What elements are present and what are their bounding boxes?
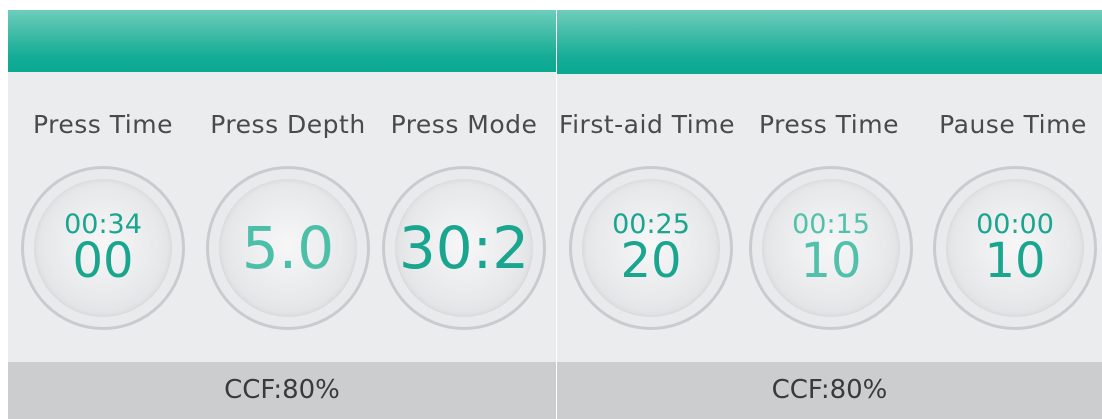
dial-face: 00:00 10 xyxy=(946,179,1084,317)
press-mode-dial: 30:2 xyxy=(382,166,546,330)
metric-press-mode: Press Mode 30:2 xyxy=(374,10,554,350)
metric-pause-time: Pause Time 00:00 10 xyxy=(923,10,1102,350)
metric-press-depth: Press Depth 5.0 xyxy=(198,10,378,350)
metric-press-time: Press Time 00:34 00 xyxy=(13,10,193,350)
pause-time-dial: 00:00 10 xyxy=(933,166,1097,330)
dial-main-value: 10 xyxy=(800,233,862,289)
dial-face: 00:15 10 xyxy=(762,179,900,317)
dial-main-value: 10 xyxy=(984,233,1046,289)
metric-press-time: Press Time 00:15 10 xyxy=(739,10,919,350)
ccf-footer: CCF:80% xyxy=(8,362,556,419)
metric-first-aid-time: First-aid Time 00:25 20 xyxy=(557,10,737,350)
press-depth-dial: 5.0 xyxy=(206,166,370,330)
metric-label: Press Time xyxy=(33,110,173,139)
metric-label: Pause Time xyxy=(939,110,1087,139)
press-time-dial: 00:34 00 xyxy=(21,166,185,330)
dial-face: 30:2 xyxy=(395,179,533,317)
left-panel: Press Time 00:34 00 Press Depth 5.0 Pres… xyxy=(8,10,556,419)
dial-main-value: 20 xyxy=(620,233,682,289)
metric-label: First-aid Time xyxy=(559,110,735,139)
dial-main-value: 30:2 xyxy=(398,214,530,282)
dial-main-value: 00 xyxy=(72,233,134,289)
right-panel: First-aid Time 00:25 20 Press Time 00:15… xyxy=(557,10,1102,419)
metric-label: Press Mode xyxy=(390,110,538,139)
press-time-dial: 00:15 10 xyxy=(749,166,913,330)
dial-face: 00:25 20 xyxy=(582,179,720,317)
dial-face: 5.0 xyxy=(219,179,357,317)
dial-face: 00:34 00 xyxy=(34,179,172,317)
metric-label: Press Depth xyxy=(210,110,366,139)
ccf-footer: CCF:80% xyxy=(557,362,1102,419)
first-aid-time-dial: 00:25 20 xyxy=(569,166,733,330)
dial-main-value: 5.0 xyxy=(241,214,335,282)
metric-label: Press Time xyxy=(759,110,899,139)
